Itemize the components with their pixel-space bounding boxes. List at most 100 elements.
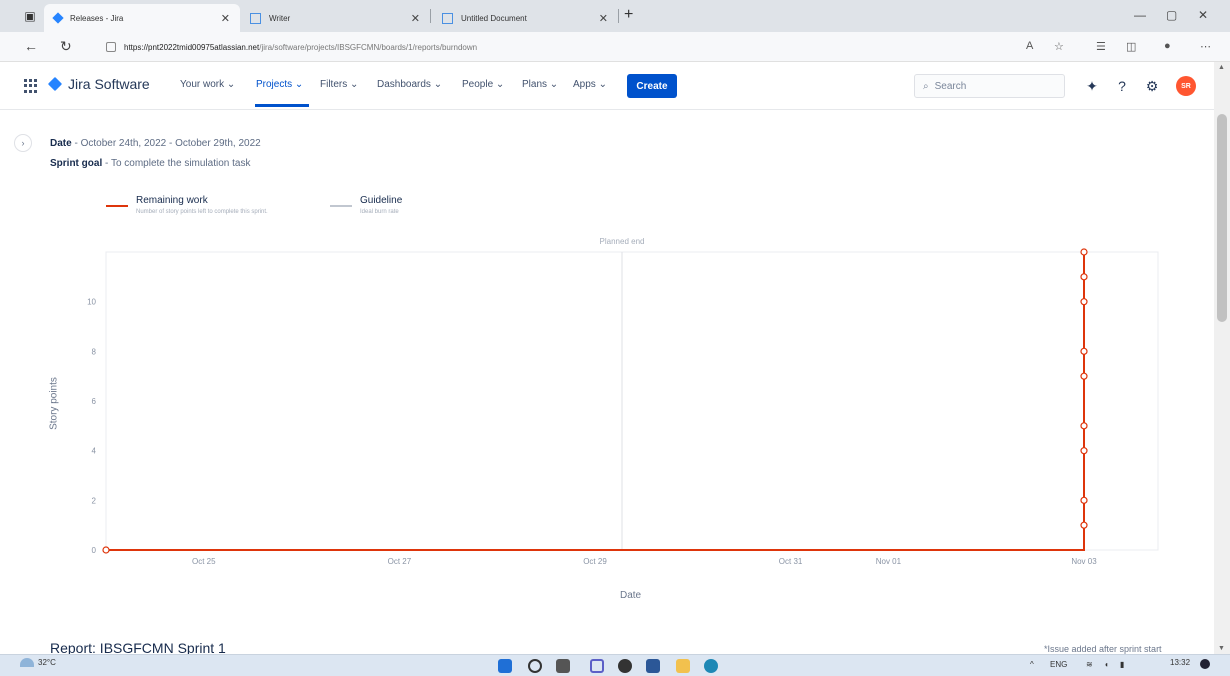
nav-dashboards[interactable]: Dashboards ⌄ (377, 79, 442, 90)
scroll-up-icon[interactable]: ▲ (1218, 64, 1225, 71)
scroll-down-icon[interactable]: ▼ (1218, 645, 1225, 652)
battery-icon[interactable]: ▮ (1120, 660, 1124, 669)
jira-logo[interactable]: Jira Software (47, 76, 150, 92)
help-icon[interactable]: ? (1114, 78, 1130, 94)
jira-diamond-icon (47, 76, 63, 92)
nav-your-work[interactable]: Your work ⌄ (180, 79, 235, 90)
tab-title: Writer (269, 13, 291, 23)
close-window-icon[interactable]: ✕ (1198, 8, 1208, 22)
tab-writer[interactable]: Writer ✕ (240, 4, 430, 32)
nav-people[interactable]: People ⌄ (462, 79, 504, 90)
refresh-icon[interactable]: ↻ (60, 38, 72, 55)
more-menu-icon[interactable]: ⋯ (1200, 40, 1211, 53)
tab-actions-icon[interactable]: ▣ (22, 8, 38, 24)
data-point[interactable] (1080, 298, 1088, 306)
tray-chevron-icon[interactable]: ^ (1030, 660, 1034, 669)
taskbar-search-icon[interactable] (528, 659, 542, 673)
app-switcher-icon[interactable] (24, 79, 38, 93)
data-point[interactable] (1080, 496, 1088, 504)
close-tab-icon[interactable]: ✕ (411, 12, 420, 25)
nav-projects[interactable]: Projects ⌄ (256, 79, 303, 90)
edge-icon[interactable] (704, 659, 718, 673)
data-point[interactable] (1080, 273, 1088, 281)
data-point[interactable] (1080, 347, 1088, 355)
legend-desc: Ideal burn rate (360, 209, 399, 215)
temperature: 32°C (38, 658, 56, 667)
y-tick-label: 10 (87, 298, 96, 307)
data-point[interactable] (102, 546, 110, 554)
volume-icon[interactable]: ◖ (1104, 660, 1109, 669)
legend-remaining-work[interactable]: Remaining work Number of story points le… (106, 195, 268, 215)
legend-swatch (330, 205, 352, 207)
x-tick-label: Oct 27 (388, 557, 412, 566)
x-tick-label: Nov 03 (1071, 557, 1097, 566)
wifi-icon[interactable]: ≋ (1086, 660, 1093, 669)
create-button[interactable]: Create (627, 74, 677, 98)
weather-widget[interactable]: 32°C (20, 658, 56, 667)
data-point[interactable] (1080, 521, 1088, 529)
tab-untitled-document[interactable]: Untitled Document ✕ (432, 4, 618, 32)
url-host: https://pnt2022tmid00975atlassian.net (124, 42, 260, 52)
x-tick-label: Oct 31 (779, 557, 803, 566)
clock-time[interactable]: 13:32 (1170, 658, 1190, 667)
notifications-icon[interactable]: ✦ (1084, 78, 1100, 94)
goal-value: - To complete the simulation task (102, 158, 251, 169)
tab-title: Untitled Document (461, 13, 527, 23)
x-tick-label: Oct 25 (192, 557, 216, 566)
date-value: - October 24th, 2022 - October 29th, 202… (71, 138, 261, 149)
address-bar-row: ← ↻ https://pnt2022tmid00975atlassian.ne… (0, 32, 1230, 62)
data-point[interactable] (1080, 372, 1088, 380)
expand-sidebar-button[interactable]: › (14, 134, 32, 152)
search-placeholder: Search (934, 80, 967, 92)
tab-separator (430, 9, 431, 23)
data-point[interactable] (1080, 447, 1088, 455)
app-icon[interactable] (618, 659, 632, 673)
back-arrow-icon[interactable]: ← (24, 38, 38, 54)
notification-center-icon[interactable] (1200, 659, 1210, 669)
y-tick-label: 4 (92, 447, 97, 456)
settings-gear-icon[interactable]: ⚙ (1144, 78, 1160, 94)
scrollbar-thumb[interactable] (1217, 114, 1227, 322)
page-scrollbar[interactable]: ▲ ▼ (1214, 62, 1230, 654)
read-aloud-icon[interactable]: A (1026, 40, 1033, 52)
data-point[interactable] (1080, 422, 1088, 430)
language-indicator[interactable]: ENG (1050, 660, 1067, 669)
nav-plans[interactable]: Plans ⌄ (522, 79, 558, 90)
legend-swatch (106, 205, 128, 207)
new-tab-icon[interactable]: + (624, 6, 633, 24)
url-field[interactable]: https://pnt2022tmid00975atlassian.net /j… (96, 36, 1176, 58)
avatar[interactable]: SR (1176, 76, 1196, 96)
legend-desc: Number of story points left to complete … (136, 209, 268, 215)
task-view-icon[interactable] (556, 659, 570, 673)
close-tab-icon[interactable]: ✕ (599, 12, 608, 25)
favorites-list-icon[interactable]: ☰ (1096, 40, 1106, 53)
maximize-icon[interactable]: ▢ (1166, 8, 1177, 22)
y-tick-label: 0 (92, 546, 97, 555)
profile-icon[interactable]: ● (1164, 40, 1171, 52)
goal-label: Sprint goal (50, 158, 103, 169)
legend-title: Remaining work (136, 195, 208, 206)
tab-releases-jira[interactable]: Releases - Jira ✕ (44, 4, 240, 32)
y-tick-label: 6 (92, 397, 97, 406)
chat-icon[interactable] (590, 659, 604, 673)
store-icon[interactable] (646, 659, 660, 673)
nav-apps[interactable]: Apps ⌄ (573, 79, 607, 90)
search-input[interactable]: ⌕ Search (914, 74, 1065, 98)
jira-top-nav: Jira Software Your work ⌄ Projects ⌄ Fil… (0, 62, 1230, 110)
windows-taskbar: 32°C ^ ENG ≋ ◖ ▮ 13:32 (0, 654, 1230, 676)
favorite-star-icon[interactable]: ☆ (1054, 40, 1064, 53)
sprint-goal-line: Sprint goal - To complete the simulation… (50, 158, 250, 169)
data-point[interactable] (1080, 248, 1088, 256)
minimize-icon[interactable]: — (1134, 8, 1146, 22)
legend-guideline[interactable]: Guideline Ideal burn rate (330, 195, 402, 215)
y-tick-label: 8 (92, 347, 97, 356)
x-tick-label: Oct 29 (583, 557, 607, 566)
nav-filters[interactable]: Filters ⌄ (320, 79, 358, 90)
jira-favicon-icon (52, 12, 64, 24)
collections-icon[interactable]: ◫ (1126, 40, 1136, 53)
close-tab-icon[interactable]: ✕ (221, 12, 230, 25)
file-explorer-icon[interactable] (676, 659, 690, 673)
sprint-date-line: Date - October 24th, 2022 - October 29th… (50, 138, 261, 149)
planned-end-label: Planned end (600, 237, 645, 246)
start-icon[interactable] (498, 659, 512, 673)
